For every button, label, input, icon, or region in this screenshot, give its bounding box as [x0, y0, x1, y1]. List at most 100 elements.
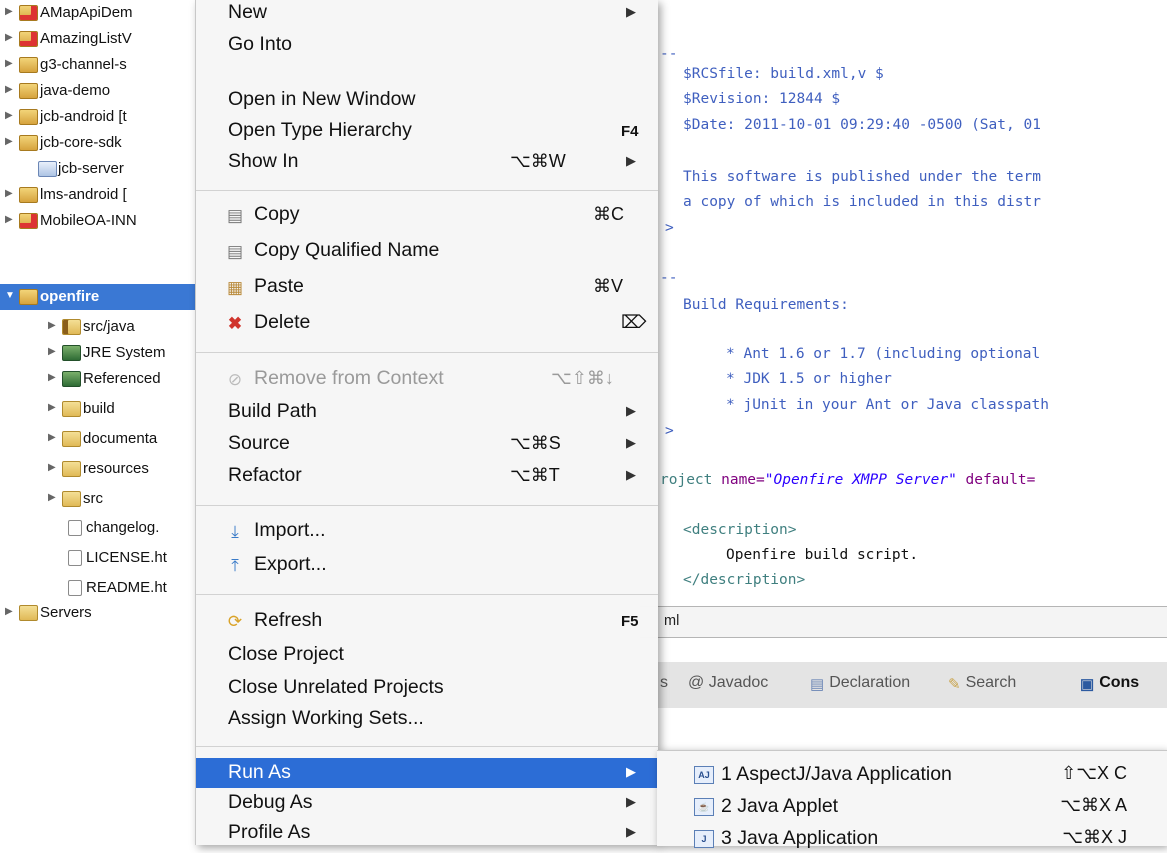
menu-item-debug-as[interactable]: Debug As ▶ — [196, 788, 658, 818]
expand-arrow-icon[interactable]: ▶ — [5, 6, 17, 17]
tree-item-label: openfire — [40, 288, 100, 305]
expand-arrow-icon[interactable]: ▶ — [5, 188, 17, 199]
tree-item-label: JRE System — [83, 344, 166, 361]
tab-javadoc[interactable]: @ Javadoc — [688, 674, 768, 692]
tree-item-readme[interactable]: README.ht — [0, 575, 195, 601]
menu-item-export[interactable]: ⤒ Export... — [196, 550, 658, 580]
expand-arrow-icon[interactable]: ▶ — [5, 606, 17, 617]
collapse-arrow-icon[interactable]: ▼ — [5, 290, 17, 301]
submenu-item-java-applet[interactable]: ☕ 2 Java Applet ⌥⌘X A — [657, 791, 1167, 821]
menu-item-copy[interactable]: ▤ Copy ⌘C — [196, 200, 658, 230]
tab-outline[interactable]: s — [660, 674, 668, 692]
menu-item-label: Run As — [228, 761, 291, 783]
tree-item-amazinglistv[interactable]: ▶ AmazingListV — [0, 26, 195, 52]
menu-item-run-as[interactable]: Run As ▶ — [196, 758, 658, 788]
tree-item-openfire[interactable]: ▼ openfire — [0, 284, 195, 310]
expand-arrow-icon[interactable]: ▶ — [5, 32, 17, 43]
file-icon — [68, 550, 82, 566]
project-error-icon — [19, 213, 38, 229]
menu-item-delete[interactable]: ✖ Delete ⌦ — [196, 308, 658, 338]
expand-arrow-icon[interactable]: ▶ — [5, 214, 17, 225]
tree-item-resources[interactable]: ▶ resources — [0, 456, 195, 482]
expand-arrow-icon[interactable]: ▶ — [48, 432, 60, 443]
tree-item-label: Referenced — [83, 370, 161, 387]
menu-item-show-in[interactable]: Show In ⌥⌘W ▶ — [196, 147, 658, 177]
tab-declaration[interactable]: ▤ Declaration — [810, 674, 910, 693]
tree-item-changelog[interactable]: changelog. — [0, 515, 195, 541]
tree-item-java-demo[interactable]: ▶ java-demo — [0, 78, 195, 104]
menu-item-new[interactable]: New ▶ — [196, 0, 658, 28]
closed-project-icon — [38, 161, 57, 177]
menu-shortcut: ⌘C — [593, 204, 624, 224]
tree-item-jcb-core-sdk[interactable]: ▶ jcb-core-sdk — [0, 130, 195, 156]
export-icon: ⤒ — [231, 556, 239, 575]
submenu-item-label: 3 Java Application — [721, 827, 879, 849]
code-line: This software is published under the ter… — [683, 169, 1041, 185]
menu-item-import[interactable]: ⤓ Import... — [196, 516, 658, 546]
menu-item-refresh[interactable]: ⟳ Refresh F5 — [196, 606, 658, 636]
tree-item-servers[interactable]: ▶ Servers — [0, 600, 195, 626]
menu-item-label: Go Into — [228, 33, 292, 55]
tree-item-lms-android[interactable]: ▶ lms-android [ — [0, 182, 195, 208]
tree-item-src[interactable]: ▶ src — [0, 486, 195, 512]
tree-item-label: g3-channel-s — [40, 56, 127, 73]
tree-item-src-java[interactable]: ▶ src/java — [0, 314, 195, 340]
menu-item-open-type-hierarchy[interactable]: Open Type Hierarchy F4 — [196, 116, 658, 146]
menu-item-assign-working-sets[interactable]: Assign Working Sets... — [196, 704, 658, 734]
declaration-icon: ▤ — [810, 676, 825, 693]
submenu-arrow-icon: ▶ — [626, 824, 636, 839]
tree-item-jcb-android[interactable]: ▶ jcb-android [t — [0, 104, 195, 130]
expand-arrow-icon[interactable]: ▶ — [5, 84, 17, 95]
menu-separator — [196, 505, 658, 506]
expand-arrow-icon[interactable]: ▶ — [5, 136, 17, 147]
editor-tab-bar[interactable]: ml — [640, 606, 1167, 638]
project-error-icon — [19, 5, 38, 21]
tab-console[interactable]: ▣ Cons — [1080, 674, 1139, 693]
submenu-item-java-application[interactable]: J 3 Java Application ⌥⌘X J — [657, 823, 1167, 853]
tab-search[interactable]: ✎ Search — [948, 674, 1016, 693]
tree-item-jre-system[interactable]: ▶ JRE System — [0, 340, 195, 366]
menu-item-close-project[interactable]: Close Project — [196, 640, 658, 670]
menu-item-refactor[interactable]: Refactor ⌥⌘T ▶ — [196, 461, 658, 491]
tree-item-license[interactable]: LICENSE.ht — [0, 545, 195, 571]
expand-arrow-icon[interactable]: ▶ — [48, 372, 60, 383]
expand-arrow-icon[interactable]: ▶ — [5, 58, 17, 69]
refresh-icon: ⟳ — [227, 612, 243, 631]
tree-item-jcb-server[interactable]: jcb-server — [0, 156, 195, 182]
expand-arrow-icon[interactable]: ▶ — [48, 492, 60, 503]
context-menu: New ▶ Go Into Open in New Window Open Ty… — [195, 0, 658, 845]
menu-item-label: Remove from Context — [254, 367, 444, 389]
menu-item-go-into[interactable]: Go Into — [196, 30, 658, 60]
expand-arrow-icon[interactable]: ▶ — [48, 462, 60, 473]
tree-item-build[interactable]: ▶ build — [0, 396, 195, 422]
tree-item-referenced[interactable]: ▶ Referenced — [0, 366, 195, 392]
paste-icon: ▦ — [226, 278, 244, 297]
expand-arrow-icon[interactable]: ▶ — [48, 320, 60, 331]
submenu-item-aspectj-java-application[interactable]: AJ 1 AspectJ/Java Application ⇧⌥X C — [657, 759, 1167, 789]
tree-item-mobileoa[interactable]: ▶ MobileOA-INN — [0, 208, 195, 234]
tree-item-documentation[interactable]: ▶ documenta — [0, 426, 195, 452]
menu-item-source[interactable]: Source ⌥⌘S ▶ — [196, 429, 658, 459]
android-project-icon — [19, 187, 38, 203]
menu-item-label: Copy — [254, 203, 300, 225]
expand-arrow-icon[interactable]: ▶ — [48, 402, 60, 413]
tree-item-label: build — [83, 400, 115, 417]
tree-item-amapapidem[interactable]: ▶ AMapApiDem — [0, 0, 195, 26]
expand-arrow-icon[interactable]: ▶ — [5, 110, 17, 121]
menu-item-profile-as[interactable]: Profile As ▶ — [196, 818, 658, 848]
editor-tab-label[interactable]: ml — [664, 613, 679, 629]
bottom-views-bar: s @ Javadoc ▤ Declaration ✎ Search ▣ Cons — [640, 662, 1167, 709]
code-editor[interactable]: -- $RCSfile: build.xml,v $ $Revision: 12… — [640, 0, 1167, 640]
menu-item-build-path[interactable]: Build Path ▶ — [196, 397, 658, 427]
menu-item-paste[interactable]: ▦ Paste ⌘V — [196, 272, 658, 302]
console-icon: ▣ — [1080, 676, 1095, 693]
tree-item-g3-channel[interactable]: ▶ g3-channel-s — [0, 52, 195, 78]
submenu-item-label: 2 Java Applet — [721, 795, 839, 817]
code-line: Build Requirements: — [683, 297, 849, 313]
menu-item-open-in-new-window[interactable]: Open in New Window — [196, 85, 658, 115]
tree-item-label: changelog. — [86, 519, 160, 536]
menu-item-copy-qualified-name[interactable]: ▤ Copy Qualified Name — [196, 236, 658, 266]
menu-item-close-unrelated-projects[interactable]: Close Unrelated Projects — [196, 673, 658, 703]
menu-item-remove-from-context[interactable]: ⊘ Remove from Context ⌥⇧⌘↓ — [196, 364, 658, 394]
expand-arrow-icon[interactable]: ▶ — [48, 346, 60, 357]
